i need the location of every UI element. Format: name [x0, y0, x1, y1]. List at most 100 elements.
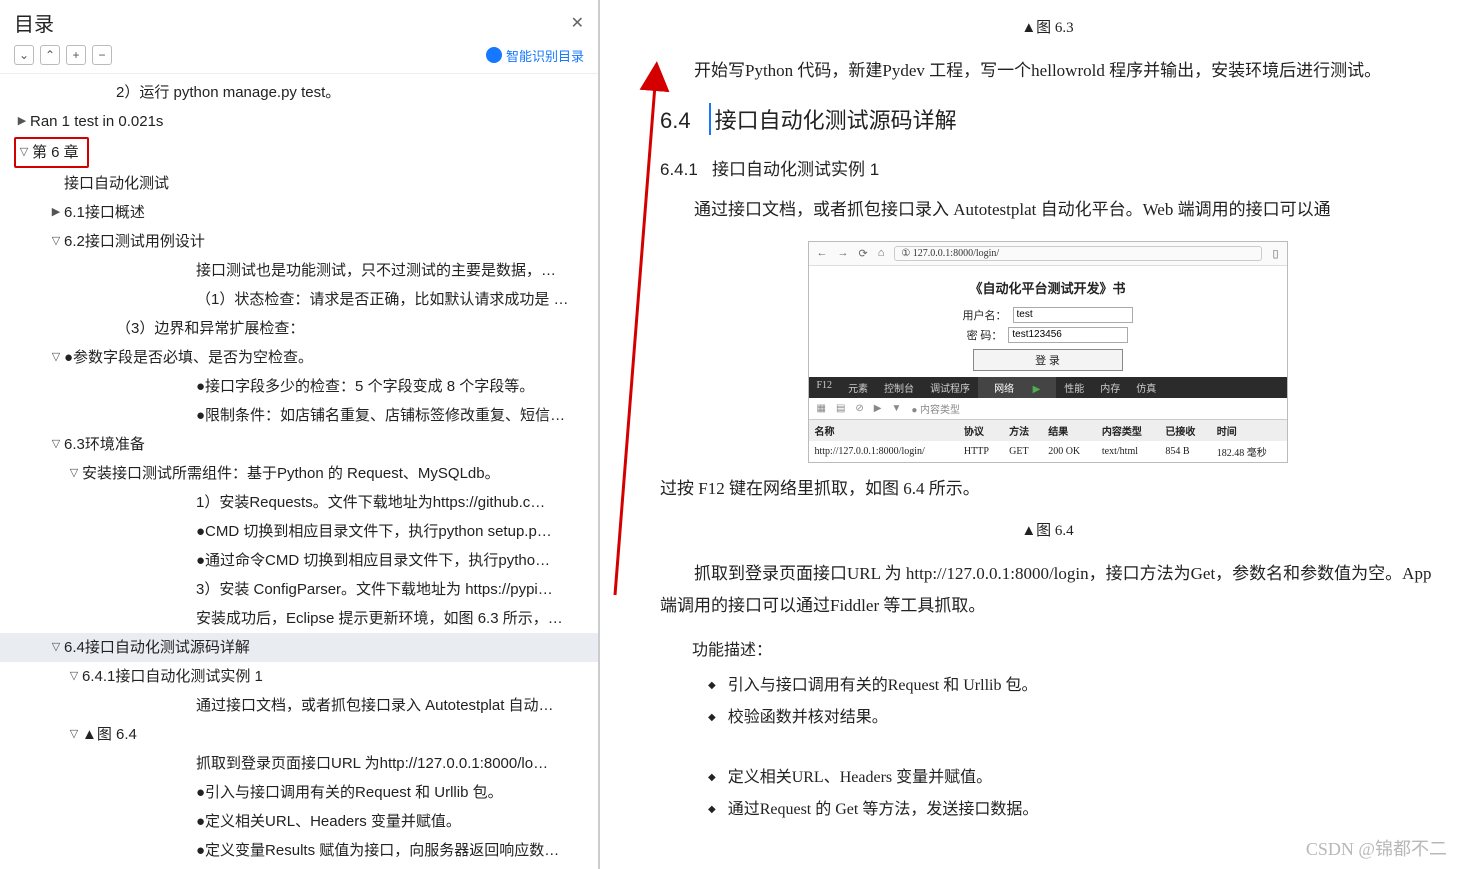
- collapse-all-icon[interactable]: ⌄: [14, 45, 34, 65]
- toc-item-label: ●定义变量Results 赋值为接口，向服务器返回响应数…: [196, 837, 559, 864]
- expand-up-icon[interactable]: ⌃: [40, 45, 60, 65]
- toc-item[interactable]: ●定义相关URL、Headers 变量并赋值。: [0, 807, 598, 836]
- toc-item-label: 抓取到登录页面接口URL 为http://127.0.0.1:8000/lo…: [196, 750, 548, 777]
- document-content: ▲图 6.3 开始写Python 代码，新建Pydev 工程，写一个hellow…: [600, 0, 1465, 869]
- username-field: [1013, 307, 1133, 323]
- toc-item[interactable]: 控制台打印运行结果。: [0, 865, 598, 869]
- toc-item-label: 接口测试也是功能测试，只不过测试的主要是数据，…: [196, 257, 556, 284]
- toc-item[interactable]: ●限制条件：如店铺名重复、店铺标签修改重复、短信…: [0, 401, 598, 430]
- list-item: 定义相关URL、Headers 变量并赋值。: [708, 762, 1435, 794]
- toc-item[interactable]: ▶6.1接口概述: [0, 198, 598, 227]
- add-icon[interactable]: +: [66, 45, 86, 65]
- toc-item-label: 第 6 章: [32, 139, 79, 166]
- toc-item[interactable]: ▽6.2接口测试用例设计: [0, 227, 598, 256]
- toc-item[interactable]: ▽▲图 6.4: [0, 720, 598, 749]
- chevron-down-icon[interactable]: ▽: [66, 464, 82, 484]
- chevron-down-icon[interactable]: ▽: [48, 232, 64, 252]
- toc-item[interactable]: ▽6.4接口自动化测试源码详解: [0, 633, 598, 662]
- table-row: http://127.0.0.1:8000/login/ HTTP GET 20…: [809, 441, 1287, 462]
- paragraph: 开始写Python 代码，新建Pydev 工程，写一个hellowrold 程序…: [660, 55, 1435, 87]
- figure-caption-64: ▲图 6.4: [660, 519, 1435, 540]
- toc-tree[interactable]: 2）运行 python manage.py test。▶Ran 1 test i…: [0, 74, 598, 869]
- toc-item-label: ●接口字段多少的检查：5 个字段变成 8 个字段等。: [196, 373, 534, 400]
- toc-item[interactable]: ●通过命令CMD 切换到相应目录文件下，执行pytho…: [0, 546, 598, 575]
- toc-item[interactable]: ▽6.3环境准备: [0, 430, 598, 459]
- forward-icon: →: [838, 247, 849, 259]
- paragraph: 抓取到登录页面接口URL 为 http://127.0.0.1:8000/log…: [660, 558, 1435, 623]
- toc-item-label: ●引入与接口调用有关的Request 和 Urllib 包。: [196, 779, 503, 806]
- toc-item[interactable]: ●引入与接口调用有关的Request 和 Urllib 包。: [0, 778, 598, 807]
- toc-item[interactable]: 2）运行 python manage.py test。: [0, 78, 598, 107]
- back-icon: ←: [817, 247, 828, 259]
- home-icon: ⌂: [878, 247, 885, 259]
- chevron-down-icon[interactable]: ▽: [48, 435, 64, 455]
- toc-title: 目录: [14, 8, 54, 37]
- toc-item[interactable]: 安装成功后，Eclipse 提示更新环境，如图 6.3 所示，…: [0, 604, 598, 633]
- toc-item[interactable]: ▽第 6 章: [0, 136, 598, 169]
- toc-item-label: 3）安装 ConfigParser。文件下载地址为 https://pypi…: [196, 576, 553, 603]
- toc-item-label: ●CMD 切换到相应目录文件下，执行python setup.p…: [196, 518, 552, 545]
- close-icon[interactable]: ✕: [571, 13, 584, 33]
- chevron-down-icon[interactable]: ▽: [66, 725, 82, 745]
- browser-figure: ← → ⟳ ⌂ ① 127.0.0.1:8000/login/ ▯ 《自动化平台…: [808, 241, 1288, 463]
- toc-item[interactable]: ▽安装接口测试所需组件：基于Python 的 Request、MySQLdb。: [0, 459, 598, 488]
- remove-icon[interactable]: −: [92, 45, 112, 65]
- list-item: 校验函数并核对结果。: [708, 702, 1435, 734]
- bullet-list: 引入与接口调用有关的Request 和 Urllib 包。校验函数并核对结果。: [660, 670, 1435, 734]
- toc-item[interactable]: 1）安装Requests。文件下载地址为https://github.c…: [0, 488, 598, 517]
- smart-detect-link[interactable]: 智能识别目录: [486, 46, 584, 65]
- chevron-down-icon[interactable]: ▽: [66, 667, 82, 687]
- toc-item[interactable]: （1）状态检查：请求是否正确，比如默认请求成功是 …: [0, 285, 598, 314]
- toc-item[interactable]: 接口自动化测试: [0, 169, 598, 198]
- toc-item[interactable]: ●CMD 切换到相应目录文件下，执行python setup.p…: [0, 517, 598, 546]
- toc-item-label: ▲图 6.4: [82, 721, 137, 748]
- toc-toolbar: ⌄ ⌃ + −: [14, 45, 112, 65]
- toc-item[interactable]: 接口测试也是功能测试，只不过测试的主要是数据，…: [0, 256, 598, 285]
- login-button: 登 录: [973, 349, 1123, 371]
- section-heading: 6.4 接口自动化测试源码详解: [660, 103, 1435, 135]
- toc-item[interactable]: ▽●参数字段是否必填、是否为空检查。: [0, 343, 598, 372]
- toc-item[interactable]: 抓取到登录页面接口URL 为http://127.0.0.1:8000/lo…: [0, 749, 598, 778]
- chevron-right-icon[interactable]: ▶: [48, 203, 64, 223]
- chevron-down-icon[interactable]: ▽: [48, 348, 64, 368]
- page-title: 《自动化平台测试开发》书: [809, 278, 1287, 297]
- toc-item-label: 6.4接口自动化测试源码详解: [64, 634, 250, 661]
- toc-item-label: ●限制条件：如店铺名重复、店铺标签修改重复、短信…: [196, 402, 565, 429]
- toc-item[interactable]: （3）边界和异常扩展检查：: [0, 314, 598, 343]
- toc-item-label: 安装接口测试所需组件：基于Python 的 Request、MySQLdb。: [82, 460, 500, 487]
- toc-item-label: 6.4.1接口自动化测试实例 1: [82, 663, 263, 690]
- smart-icon: [486, 47, 502, 63]
- toc-item-label: 6.2接口测试用例设计: [64, 228, 205, 255]
- toc-item[interactable]: ▽6.4.1接口自动化测试实例 1: [0, 662, 598, 691]
- toc-item[interactable]: ▶Ran 1 test in 0.021s: [0, 107, 598, 136]
- password-field: [1008, 327, 1128, 343]
- toc-item-label: ●参数字段是否必填、是否为空检查。: [64, 344, 313, 371]
- paragraph: 通过接口文档，或者抓包接口录入 Autotestplat 自动化平台。Web 端…: [660, 194, 1435, 226]
- toc-item-label: 6.1接口概述: [64, 199, 145, 226]
- chevron-right-icon[interactable]: ▶: [14, 112, 30, 132]
- chevron-down-icon[interactable]: ▽: [16, 143, 32, 163]
- bookmark-icon: ▯: [1272, 247, 1278, 260]
- toc-sidebar: 目录 ✕ ⌄ ⌃ + − 智能识别目录 2）运行 python manage.p…: [0, 0, 600, 869]
- toc-item-label: 6.3环境准备: [64, 431, 145, 458]
- paragraph: 过按 F12 键在网络里抓取，如图 6.4 所示。: [660, 473, 1435, 505]
- toc-item[interactable]: 3）安装 ConfigParser。文件下载地址为 https://pypi…: [0, 575, 598, 604]
- chevron-down-icon[interactable]: ▽: [48, 638, 64, 658]
- toc-item-label: ●定义相关URL、Headers 变量并赋值。: [196, 808, 461, 835]
- toc-item-label: ●通过命令CMD 切换到相应目录文件下，执行pytho…: [196, 547, 550, 574]
- list-item: 通过Request 的 Get 等方法，发送接口数据。: [708, 794, 1435, 826]
- toc-item[interactable]: 通过接口文档，或者抓包接口录入 Autotestplat 自动…: [0, 691, 598, 720]
- toc-item-label: 2）运行 python manage.py test。: [116, 79, 340, 106]
- toc-item[interactable]: ●定义变量Results 赋值为接口，向服务器返回响应数…: [0, 836, 598, 865]
- figure-caption-63: ▲图 6.3: [660, 16, 1435, 37]
- devtools-tabs: F12 元素 控制台 调试程序 网络 ▶ 性能 内存 仿真: [809, 377, 1287, 398]
- toc-item[interactable]: ●接口字段多少的检查：5 个字段变成 8 个字段等。: [0, 372, 598, 401]
- watermark: CSDN @锦都不二: [1306, 835, 1447, 861]
- bullet-list: 定义相关URL、Headers 变量并赋值。通过Request 的 Get 等方…: [660, 762, 1435, 826]
- reload-icon: ⟳: [859, 247, 868, 260]
- feature-heading: 功能描述：: [692, 636, 1435, 660]
- toc-item-label: 安装成功后，Eclipse 提示更新环境，如图 6.3 所示，…: [196, 605, 563, 632]
- list-item: 引入与接口调用有关的Request 和 Urllib 包。: [708, 670, 1435, 702]
- toc-item-label: （3）边界和异常扩展检查：: [116, 315, 304, 342]
- toc-item-label: （1）状态检查：请求是否正确，比如默认请求成功是 …: [196, 286, 569, 313]
